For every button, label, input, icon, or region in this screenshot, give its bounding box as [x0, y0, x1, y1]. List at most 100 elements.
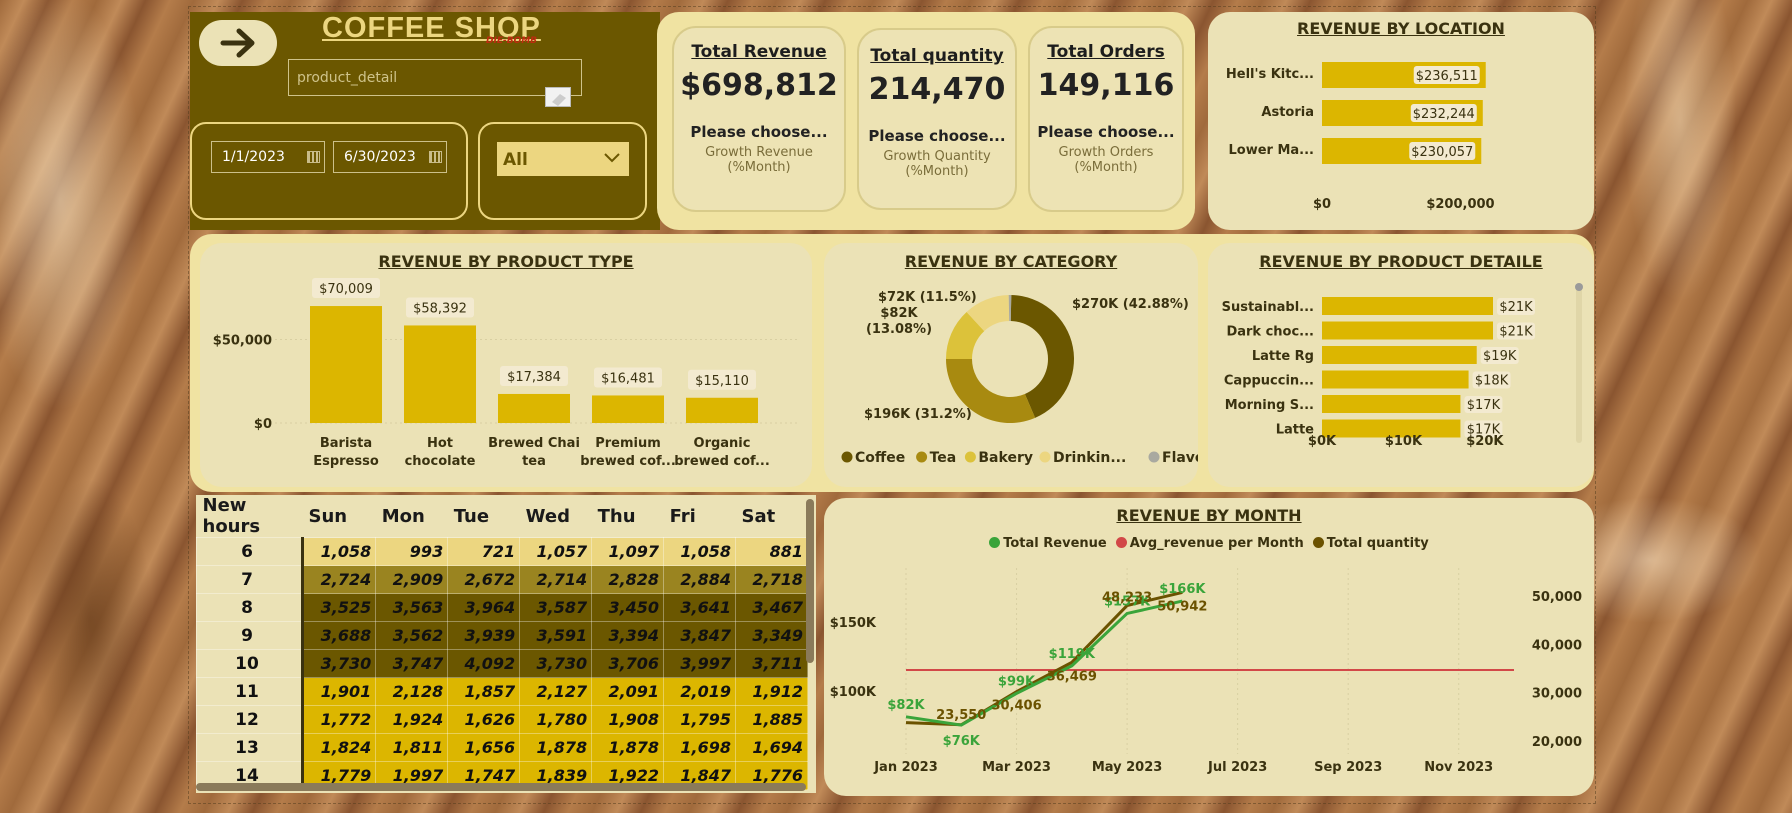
table-cell[interactable]: 3,939	[447, 621, 521, 650]
legend-label[interactable]: Tea	[930, 450, 957, 466]
table-cell[interactable]: 2,884	[663, 565, 737, 594]
legend-label[interactable]: Drinkin...	[1053, 450, 1126, 466]
table-cell[interactable]: 1,901	[301, 677, 377, 706]
back-button[interactable]	[199, 20, 277, 66]
table-cell[interactable]: 1,912	[735, 677, 808, 706]
scrollbar[interactable]	[1575, 283, 1583, 443]
scrollbar-thumb[interactable]	[1575, 283, 1583, 291]
table-cell[interactable]: 1,924	[375, 705, 449, 734]
column-header[interactable]: Tue	[447, 495, 520, 538]
table-cell[interactable]: 2,718	[735, 565, 808, 594]
table-cell[interactable]: 3,467	[735, 593, 808, 622]
table-cell[interactable]: 3,394	[591, 621, 665, 650]
series-line-quantity[interactable]	[905, 590, 1183, 727]
table-cell[interactable]: 3,711	[735, 649, 808, 678]
bar[interactable]	[1322, 346, 1477, 364]
table-cell[interactable]: 1,878	[519, 733, 593, 762]
table-cell[interactable]: 3,525	[301, 593, 377, 622]
table-cell[interactable]: 1,694	[735, 733, 808, 762]
legend-item[interactable]: Total Revenue	[989, 536, 1107, 551]
eraser-icon[interactable]	[545, 87, 571, 107]
table-cell[interactable]: 1,656	[447, 733, 521, 762]
table-cell[interactable]: 4,092	[447, 649, 521, 678]
table-cell[interactable]: 2,091	[591, 677, 665, 706]
bar[interactable]	[1322, 370, 1469, 389]
table-cell[interactable]: 3,730	[519, 649, 593, 678]
legend-label[interactable]: Flavours	[1162, 450, 1198, 466]
table-cell[interactable]: 2,714	[519, 565, 593, 594]
table-cell[interactable]: 1,772	[301, 705, 377, 734]
table-cell[interactable]: 1,780	[519, 705, 593, 734]
table-cell[interactable]: 3,847	[663, 621, 737, 650]
table-cell[interactable]: 1,698	[663, 733, 737, 762]
table-cell[interactable]: 3,747	[375, 649, 449, 678]
bar[interactable]	[310, 306, 382, 423]
table-cell[interactable]: 1,857	[447, 677, 521, 706]
column-header[interactable]: Wed	[519, 495, 592, 538]
table-cell[interactable]: 1,908	[591, 705, 665, 734]
table-cell[interactable]: 1,058	[301, 537, 377, 566]
table-cell[interactable]: 3,587	[519, 593, 593, 622]
vertical-scrollbar[interactable]	[806, 499, 814, 663]
table-cell[interactable]: 2,909	[375, 565, 449, 594]
table-cell[interactable]: 3,450	[591, 593, 665, 622]
bar[interactable]	[686, 397, 758, 423]
end-date-input[interactable]: 6/30/2023	[333, 141, 447, 173]
legend-item[interactable]: Total quantity	[1312, 536, 1429, 551]
table-cell[interactable]: 3,964	[447, 593, 521, 622]
axis-tick-label: $100K	[830, 685, 877, 700]
search-input[interactable]: product_detail	[288, 59, 582, 96]
table-cell[interactable]: 3,563	[375, 593, 449, 622]
bar[interactable]	[1322, 297, 1493, 315]
series-line-revenue[interactable]	[905, 599, 1183, 727]
column-header[interactable]: Sat	[735, 495, 808, 538]
table-cell[interactable]: 3,591	[519, 621, 593, 650]
table-cell[interactable]: 1,824	[301, 733, 377, 762]
table-cell[interactable]: 3,562	[375, 621, 449, 650]
legend-label[interactable]: Coffee	[855, 450, 905, 466]
column-header[interactable]: Mon	[375, 495, 448, 538]
table-cell[interactable]: 1,626	[447, 705, 521, 734]
bar[interactable]	[592, 395, 664, 423]
table-cell[interactable]: 993	[375, 537, 449, 566]
table-cell[interactable]: 3,641	[663, 593, 737, 622]
bar[interactable]	[1322, 321, 1493, 340]
calendar-icon[interactable]	[307, 151, 320, 163]
table-cell[interactable]: 881	[735, 537, 808, 566]
bar[interactable]	[1322, 395, 1461, 413]
table-cell[interactable]: 3,688	[301, 621, 377, 650]
table-cell[interactable]: 1,885	[735, 705, 808, 734]
table-cell[interactable]: 2,828	[591, 565, 665, 594]
table-cell[interactable]: 3,706	[591, 649, 665, 678]
table-cell[interactable]: 2,672	[447, 565, 521, 594]
column-header[interactable]: New hours	[196, 495, 303, 538]
table-cell[interactable]: 3,997	[663, 649, 737, 678]
table-cell[interactable]: 2,128	[375, 677, 449, 706]
table-cell[interactable]: 1,795	[663, 705, 737, 734]
bar[interactable]	[404, 325, 476, 423]
location-select[interactable]: All	[497, 142, 629, 176]
legend-dot	[1115, 537, 1127, 548]
kpi-growth-unit: (%Month)	[1074, 160, 1138, 175]
legend-label[interactable]: Bakery	[978, 450, 1033, 466]
legend-label: Avg_revenue per Month	[1129, 536, 1304, 551]
table-cell[interactable]: 1,878	[591, 733, 665, 762]
start-date-input[interactable]: 1/1/2023	[211, 141, 325, 173]
legend-item[interactable]: Avg_revenue per Month	[1115, 536, 1304, 551]
table-cell[interactable]: 3,730	[301, 649, 377, 678]
calendar-icon[interactable]	[429, 151, 442, 163]
table-cell[interactable]: 2,127	[519, 677, 593, 706]
table-cell[interactable]: 3,349	[735, 621, 808, 650]
table-cell[interactable]: 1,097	[591, 537, 665, 566]
horizontal-scrollbar[interactable]	[196, 783, 806, 791]
table-cell[interactable]: 2,724	[301, 565, 377, 594]
column-header[interactable]: Thu	[591, 495, 664, 538]
table-cell[interactable]: 1,058	[663, 537, 737, 566]
column-header[interactable]: Fri	[663, 495, 736, 538]
table-cell[interactable]: 721	[447, 537, 521, 566]
table-cell[interactable]: 1,811	[375, 733, 449, 762]
column-header[interactable]: Sun	[302, 495, 376, 538]
table-cell[interactable]: 2,019	[663, 677, 737, 706]
bar[interactable]	[498, 393, 570, 423]
table-cell[interactable]: 1,057	[519, 537, 593, 566]
